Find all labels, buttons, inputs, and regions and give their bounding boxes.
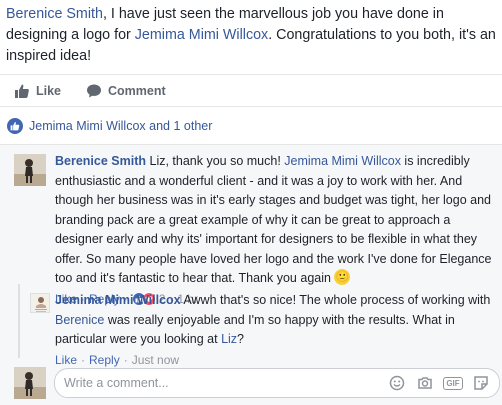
post-mention-berenice[interactable]: Berenice Smith xyxy=(6,6,103,22)
gif-icon[interactable]: GIF xyxy=(443,373,463,393)
camera-icon[interactable] xyxy=(415,373,435,393)
comment-mention-liz[interactable]: Liz xyxy=(221,332,237,346)
avatar[interactable] xyxy=(14,154,46,186)
comment-author[interactable]: Berenice Smith xyxy=(55,154,146,168)
comment-text-part-a: Awwh that's so nice! The whole process o… xyxy=(180,293,491,307)
comment-author[interactable]: Jemima Mimi Willcox xyxy=(55,293,181,307)
like-reaction-icon xyxy=(7,118,23,134)
smiley-emoji: 🙂 xyxy=(334,269,351,285)
comments-section: Berenice Smith Liz, thank you so much! J… xyxy=(0,144,502,405)
comment-composer: Write a comment... GIF xyxy=(0,360,502,405)
likes-summary[interactable]: Jemima Mimi Willcox and 1 other xyxy=(7,116,212,136)
reply-thread-line xyxy=(18,284,20,358)
likes-summary-text: Jemima Mimi Willcox and 1 other xyxy=(29,119,213,133)
comment-text-part-b: was really enjoyable and I'm so happy wi… xyxy=(55,312,455,347)
smiley-icon[interactable] xyxy=(387,373,407,393)
comment-content: Berenice Smith Liz, thank you so much! J… xyxy=(55,152,495,309)
comment-button[interactable]: Comment xyxy=(86,81,166,101)
comment-content: Jemima Mimi Willcox Awwh that's so nice!… xyxy=(55,291,491,370)
sticker-icon[interactable] xyxy=(471,373,491,393)
comment-text-part-c: ? xyxy=(237,332,244,346)
comment-text-part-b: is incredibly enthusiastic and a wonderf… xyxy=(55,154,492,285)
composer-avatar xyxy=(14,367,46,399)
comment-text-part-a: Liz, thank you so much! xyxy=(146,154,285,168)
post-action-bar: Like Comment xyxy=(0,74,502,107)
avatar[interactable] xyxy=(30,293,50,313)
thumbs-up-icon xyxy=(15,84,29,98)
comment-icon xyxy=(87,84,101,98)
post-mention-jemima[interactable]: Jemima Mimi Willcox xyxy=(135,27,268,43)
like-button[interactable]: Like xyxy=(14,81,61,101)
post-text: Berenice Smith, I have just seen the mar… xyxy=(6,4,500,67)
comment-input[interactable]: Write a comment... GIF xyxy=(54,368,500,398)
comment-text: Jemima Mimi Willcox Awwh that's so nice!… xyxy=(55,291,491,350)
comment-mention[interactable]: Berenice xyxy=(55,313,104,327)
comment-label: Comment xyxy=(108,84,166,98)
like-label: Like xyxy=(36,84,62,98)
composer-icons: GIF xyxy=(379,373,491,393)
comment-text: Berenice Smith Liz, thank you so much! J… xyxy=(55,152,495,289)
comment-mention[interactable]: Jemima Mimi Willcox xyxy=(284,154,401,168)
comment-input-placeholder: Write a comment... xyxy=(64,376,169,390)
